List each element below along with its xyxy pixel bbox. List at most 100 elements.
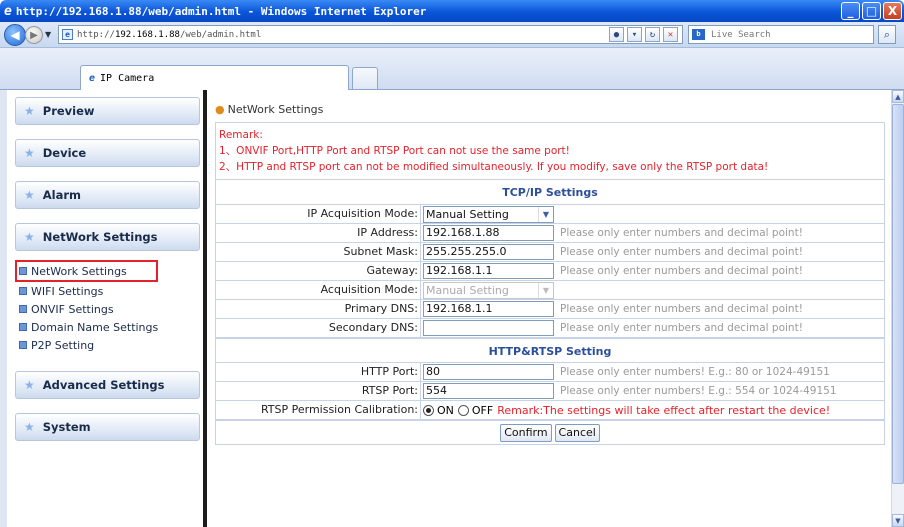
- ip-mode-select[interactable]: Manual Setting ▼: [423, 205, 554, 223]
- close-button[interactable]: X: [883, 2, 902, 20]
- submenu-label: P2P Setting: [31, 338, 95, 352]
- form-buttons: Confirm Cancel: [216, 420, 884, 444]
- rtsp-port-label: RTSP Port:: [216, 382, 421, 400]
- menu-label: Alarm: [42, 188, 82, 202]
- address-input[interactable]: e http://192.168.1.88/web/admin.html ● ▾…: [58, 25, 683, 44]
- restart-remark: Remark:The settings will take effect aft…: [497, 403, 831, 417]
- subnet-hint: Please only enter numbers and decimal po…: [560, 246, 803, 258]
- subnet-row: Subnet Mask: 255.255.255.0 Please only en…: [216, 243, 884, 262]
- vertical-scrollbar[interactable]: ▲ ▼: [891, 90, 904, 527]
- menu-network-settings[interactable]: ★ NetWork Settings: [15, 223, 200, 251]
- bullet-icon: [19, 305, 27, 313]
- scroll-thumb[interactable]: [892, 104, 904, 484]
- live-search-icon: b: [692, 29, 705, 40]
- scroll-up-icon[interactable]: ▲: [892, 90, 904, 103]
- settings-panel: Remark: 1、ONVIF Port,HTTP Port and RTSP …: [215, 122, 885, 445]
- acquisition-mode-row: Acquisition Mode: Manual Setting ▼: [216, 281, 884, 300]
- bullet-icon: [19, 267, 27, 275]
- acquisition-mode-value: Manual Setting: [426, 283, 509, 297]
- ip-address-input[interactable]: 192.168.1.88: [423, 225, 554, 241]
- gateway-row: Gateway: 192.168.1.1 Please only enter nu…: [216, 262, 884, 281]
- search-icon[interactable]: ⌕: [878, 25, 896, 44]
- new-tab-button[interactable]: [352, 67, 378, 89]
- secondary-dns-row: Secondary DNS: Please only enter numbers…: [216, 319, 884, 338]
- http-port-row: HTTP Port: 80 Please only enter numbers! …: [216, 363, 884, 382]
- submenu-domain-name-settings[interactable]: Domain Name Settings: [19, 318, 158, 336]
- chevron-down-icon: ▼: [538, 206, 553, 222]
- cancel-button[interactable]: Cancel: [554, 423, 600, 442]
- scroll-down-icon[interactable]: ▼: [892, 514, 904, 527]
- tab-ip-camera[interactable]: e IP Camera: [80, 65, 349, 90]
- remark-title: Remark:: [219, 129, 263, 141]
- acquisition-mode-label: Acquisition Mode:: [216, 281, 421, 299]
- maximize-button[interactable]: □: [862, 2, 881, 20]
- window-title: http://192.168.1.88/web/admin.html - Win…: [15, 4, 427, 18]
- history-dropdown-icon[interactable]: ▼: [45, 30, 51, 39]
- bullet-icon: ●: [215, 103, 225, 116]
- primary-dns-row: Primary DNS: 192.168.1.1 Please only ente…: [216, 300, 884, 319]
- radio-off[interactable]: [457, 404, 469, 416]
- stop-icon[interactable]: ✕: [663, 27, 678, 42]
- confirm-button[interactable]: Confirm: [500, 423, 552, 442]
- menu-system[interactable]: ★ System: [15, 413, 200, 441]
- submenu-onvif-settings[interactable]: ONVIF Settings: [19, 300, 158, 318]
- secondary-dns-input[interactable]: [423, 320, 554, 336]
- ip-hint: Please only enter numbers and decimal po…: [560, 227, 803, 239]
- refresh-icon[interactable]: ↻: [645, 27, 660, 42]
- search-placeholder: Live Search: [711, 29, 771, 40]
- submenu-wifi-settings[interactable]: WIFI Settings: [19, 282, 158, 300]
- menu-advanced-settings[interactable]: ★ Advanced Settings: [15, 371, 200, 399]
- tab-label: IP Camera: [100, 72, 155, 84]
- star-icon: ★: [24, 420, 35, 434]
- bullet-icon: [19, 323, 27, 331]
- subnet-mask-input[interactable]: 255.255.255.0: [423, 244, 554, 260]
- star-icon: ★: [24, 146, 35, 160]
- rtsp-port-row: RTSP Port: 554 Please only enter numbers!…: [216, 382, 884, 401]
- menu-alarm[interactable]: ★ Alarm: [15, 181, 200, 209]
- submenu-network-settings[interactable]: NetWork Settings: [15, 260, 159, 282]
- forward-button[interactable]: ▶: [25, 26, 43, 44]
- star-icon: ★: [24, 188, 35, 202]
- star-icon: ★: [24, 104, 35, 118]
- rtsp-port-input[interactable]: 554: [423, 383, 554, 399]
- main-content: ● NetWork Settings Remark: 1、ONVIF Port,H…: [207, 90, 891, 527]
- http-port-input[interactable]: 80: [423, 364, 554, 380]
- breadcrumb: ● NetWork Settings: [215, 103, 323, 116]
- ip-address-label: IP Address:: [216, 224, 421, 242]
- url-prefix: http://: [77, 29, 115, 40]
- menu-label: Device: [42, 146, 87, 160]
- rtsp-port-hint: Please only enter numbers! E.g.: 554 or …: [560, 385, 837, 397]
- compatibility-icon[interactable]: ●: [609, 27, 624, 42]
- primary-dns-hint: Please only enter numbers and decimal po…: [560, 303, 803, 315]
- star-icon: ★: [24, 230, 35, 244]
- search-input[interactable]: b Live Search: [688, 25, 874, 44]
- bullet-icon: [19, 287, 27, 295]
- submenu-p2p-setting[interactable]: P2P Setting: [19, 336, 158, 354]
- minimize-button[interactable]: _: [841, 2, 860, 20]
- gateway-input[interactable]: 192.168.1.1: [423, 263, 554, 279]
- window-title-bar: e http://192.168.1.88/web/admin.html - W…: [0, 0, 904, 22]
- ip-mode-value: Manual Setting: [426, 207, 509, 221]
- menu-device[interactable]: ★ Device: [15, 139, 200, 167]
- radio-on[interactable]: [423, 404, 434, 416]
- address-dropdown-icon[interactable]: ▾: [627, 27, 642, 42]
- page-icon: e: [62, 29, 73, 40]
- radio-off-label: OFF: [471, 403, 494, 417]
- menu-preview[interactable]: ★ Preview: [15, 97, 200, 125]
- submenu-label: WIFI Settings: [31, 284, 104, 298]
- subnet-label: Subnet Mask:: [216, 243, 421, 261]
- primary-dns-input[interactable]: 192.168.1.1: [423, 301, 554, 317]
- http-port-hint: Please only enter numbers! E.g.: 80 or 1…: [560, 366, 830, 378]
- menu-label: System: [42, 420, 91, 434]
- gateway-hint: Please only enter numbers and decimal po…: [560, 265, 803, 277]
- bullet-icon: [19, 341, 27, 349]
- acquisition-mode-select: Manual Setting ▼: [423, 281, 554, 299]
- remark-line-1: 1、ONVIF Port,HTTP Port and RTSP Port can…: [219, 145, 570, 157]
- rtsp-permission-label: RTSP Permission Calibration:: [216, 401, 421, 419]
- address-toolbar: ◀ ▶ ▼ e http://192.168.1.88/web/admin.ht…: [0, 22, 904, 48]
- url-host: 192.168.1.88: [114, 29, 180, 40]
- gateway-label: Gateway:: [216, 262, 421, 280]
- ie-tab-icon: e: [89, 72, 96, 84]
- back-button[interactable]: ◀: [4, 24, 26, 46]
- menu-label: Preview: [42, 104, 95, 118]
